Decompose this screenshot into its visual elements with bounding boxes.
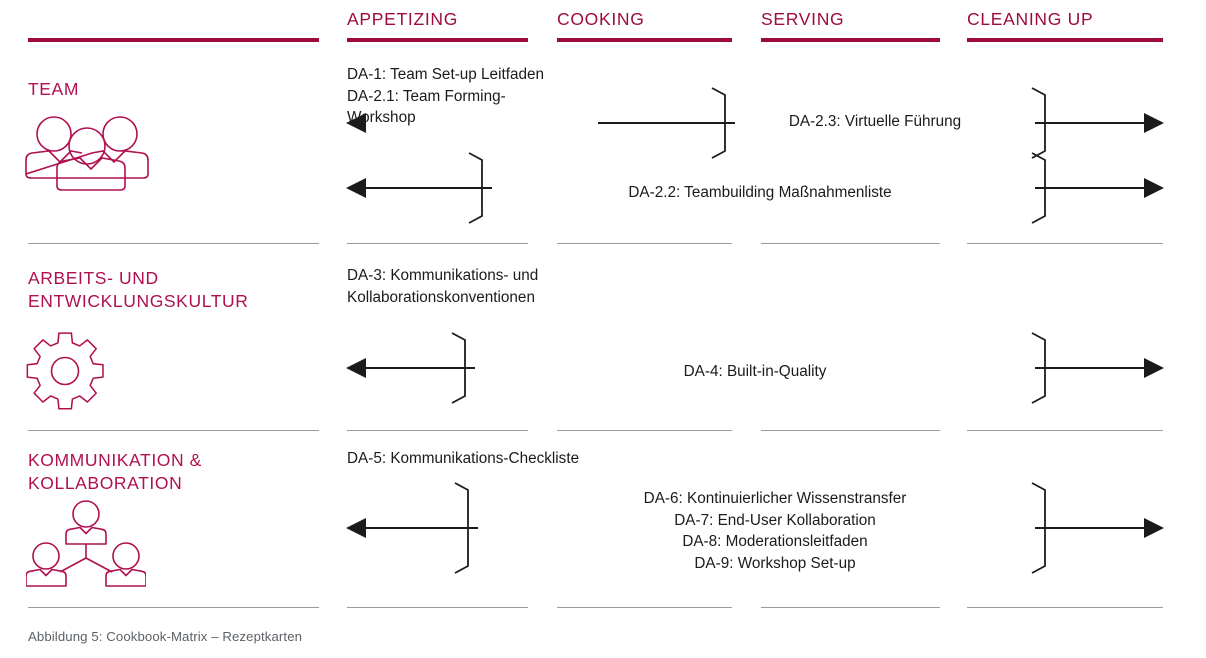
right-arrow-kommunikation-1 [1031, 482, 1150, 574]
left-arrow-kommunikation-1 [358, 482, 478, 574]
arrowhead-right-team-1 [1144, 113, 1164, 133]
row-separator-3-appetizing [347, 607, 528, 608]
row-separator-3-cleaning-up [967, 607, 1163, 608]
figure-caption: Abbildung 5: Cookbook-Matrix – Rezeptkar… [28, 629, 303, 644]
header-rule-serving [761, 38, 940, 42]
header-rule-cooking [557, 38, 732, 42]
column-header-cleaning-up: CLEANING UP [967, 9, 1094, 29]
cell-kultur-appetizing: DA-3: Kommunikations- und Kollaborations… [347, 267, 539, 306]
header-rule-appetizing [347, 38, 528, 42]
cell-team-entry-2: DA-2.2: Teambuilding Maßnahmenliste [628, 184, 892, 201]
cell-kultur-entry-1: DA-4: Built-in-Quality [683, 363, 827, 380]
header-rule-label [28, 38, 319, 42]
arrowhead-left-kommunikation-1 [346, 518, 366, 538]
row-separator-2-label [28, 430, 319, 431]
cookbook-matrix-figure: APPETIZING COOKING SERVING CLEANING UP T… [0, 0, 1206, 658]
row-separator-1-cleaning-up [967, 243, 1163, 244]
row-separator-2-appetizing [347, 430, 528, 431]
row-label-team: TEAM [28, 79, 80, 99]
right-arrow-team-2 [1031, 152, 1150, 224]
row-separator-3-serving [761, 607, 940, 608]
arrowhead-left-team-2 [346, 178, 366, 198]
left-arrow-kultur-1 [358, 332, 475, 404]
column-header-cooking: COOKING [557, 9, 645, 29]
column-header-appetizing: APPETIZING [347, 9, 459, 29]
row-separator-1-appetizing [347, 243, 528, 244]
cell-kommunikation-appetizing: DA-5: Kommunikations-Checkliste [347, 450, 580, 467]
arrowhead-right-kultur-1 [1144, 358, 1164, 378]
arrowhead-right-team-2 [1144, 178, 1164, 198]
three-people-icon [22, 112, 152, 197]
header-rule-cleaning-up [967, 38, 1163, 42]
row-separator-1-serving [761, 243, 940, 244]
row-separator-1-cooking [557, 243, 732, 244]
row-separator-1-label [28, 243, 319, 244]
column-header-serving: SERVING [761, 9, 845, 29]
cell-kommunikation-entry-1: DA-6: Kontinuierlicher Wissenstransfer D… [643, 490, 907, 572]
row-separator-2-cooking [557, 430, 732, 431]
left-arrow-team-2 [358, 152, 492, 224]
cell-team-entry-1: DA-2.3: Virtuelle Führung [788, 113, 962, 130]
org-people-icon [25, 500, 147, 597]
row-separator-2-serving [761, 430, 940, 431]
arrowhead-right-kommunikation-1 [1144, 518, 1164, 538]
row-separator-3-label [28, 607, 319, 608]
cell-team-appetizing: DA-1: Team Set-up Leitfaden DA-2.1: Team… [347, 66, 544, 126]
gear-icon [26, 332, 104, 415]
row-label-arbeits-entwicklungskultur: ARBEITS- UND ENTWICKLUNGSKULTUR [28, 268, 249, 311]
row-separator-3-cooking [557, 607, 732, 608]
right-arrow-kultur-1 [1031, 332, 1150, 404]
row-separator-2-cleaning-up [967, 430, 1163, 431]
row-label-kommunikation-kollaboration: KOMMUNIKATION & KOLLABORATION [28, 450, 202, 493]
arrowhead-left-kultur-1 [346, 358, 366, 378]
